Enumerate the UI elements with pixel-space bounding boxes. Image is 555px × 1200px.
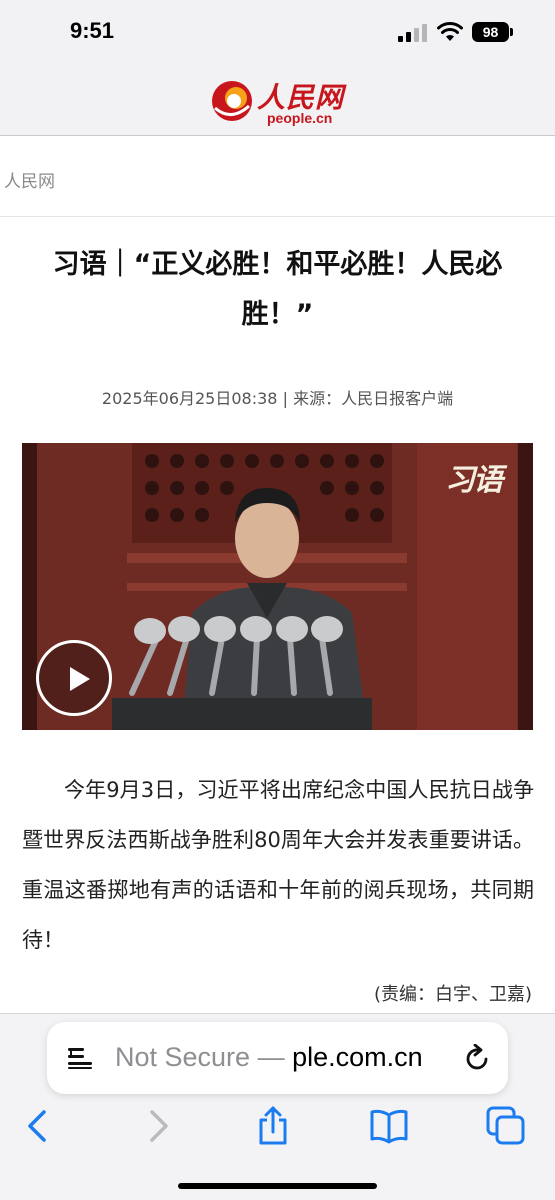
back-icon[interactable] — [18, 1106, 58, 1146]
article-editor: (责编：白宇、卫嘉) — [373, 984, 532, 1005]
meta-separator: | — [282, 389, 294, 408]
article-meta: 2025年06月25日08:38 | 来源：人民日报客户端 — [0, 385, 555, 409]
signal-icon — [398, 24, 427, 42]
tabs-icon[interactable] — [486, 1106, 526, 1146]
status-bar: 9:51 98 — [0, 0, 555, 62]
reload-icon[interactable] — [465, 1044, 491, 1072]
people-logo[interactable]: 人民网 people.cn — [211, 78, 351, 126]
status-time: 9:51 — [70, 18, 115, 43]
article-body: 今年9月3日，习近平将出席纪念中国人民抗日战争暨世界反法西斯战争胜利80周年大会… — [22, 778, 534, 952]
reader-icon[interactable] — [67, 1046, 93, 1070]
play-button[interactable] — [36, 640, 112, 716]
forward-icon[interactable] — [138, 1106, 178, 1146]
address-bar[interactable]: Not Secure — ple.com.cn — [47, 1022, 508, 1094]
battery-icon: 98 — [472, 22, 509, 42]
article-source: 来源：人民日报客户端 — [293, 389, 454, 408]
video-watermark: 习语 — [445, 463, 503, 498]
share-icon[interactable] — [253, 1106, 293, 1146]
breadcrumb-bar: 人民网 — [0, 137, 555, 217]
breadcrumb[interactable]: 人民网 — [4, 167, 55, 192]
url-security-label: Not Secure — — [115, 1042, 293, 1072]
url-text: Not Secure — ple.com.cn — [115, 1042, 423, 1073]
home-indicator — [178, 1183, 377, 1189]
url-domain: ple.com.cn — [292, 1042, 423, 1072]
play-icon — [70, 667, 90, 691]
bookmarks-icon[interactable] — [369, 1106, 409, 1146]
logo-text-en: people.cn — [267, 110, 333, 126]
wifi-icon — [437, 22, 463, 41]
logo-mark-icon — [212, 81, 252, 121]
article-title: 习语｜“正义必胜！和平必胜！人民必胜！” — [52, 249, 503, 330]
battery-nub — [510, 28, 513, 36]
site-header: 人民网 people.cn — [0, 62, 555, 136]
video-player[interactable]: 习语 — [22, 443, 533, 730]
article-datetime: 2025年06月25日08:38 — [101, 389, 278, 408]
